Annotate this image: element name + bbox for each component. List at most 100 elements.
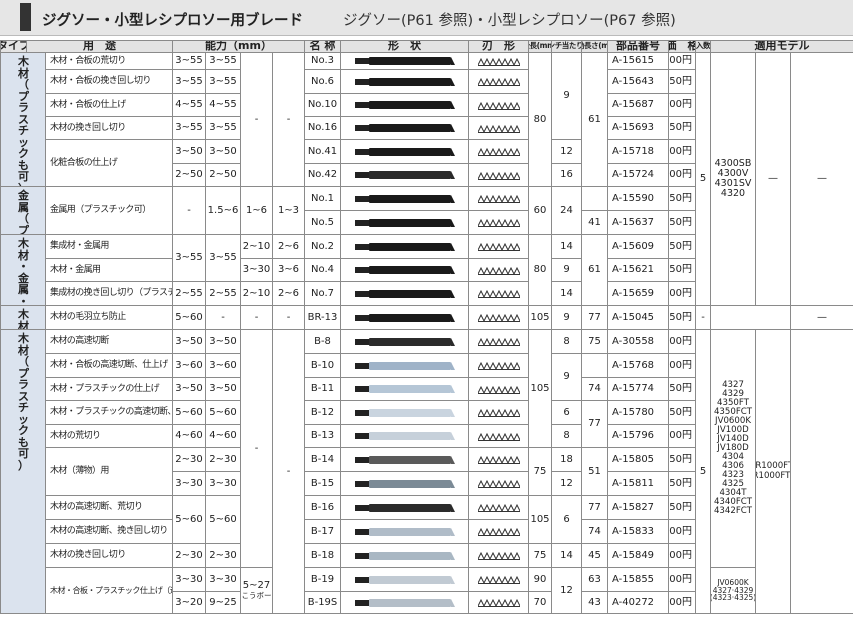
- price-cell: 1,000円: [668, 519, 696, 544]
- tooth-profile-icon: [477, 408, 520, 417]
- length-cell: 70: [528, 591, 552, 614]
- cap-wood-cell: 4~55: [172, 93, 206, 117]
- tooth-profile-icon: [477, 551, 520, 560]
- effective-length-cell: [581, 186, 608, 211]
- part-number-cell: A-15590: [607, 186, 669, 211]
- part-number-cell: A-15811: [607, 471, 669, 496]
- blade-name-cell: B-17: [304, 519, 341, 544]
- cap-plastic-cell: 3~50: [205, 139, 241, 164]
- quantity-cell: -: [695, 305, 711, 330]
- blade-shape-cell: [340, 139, 469, 164]
- cap-wood-cell: 5~60: [172, 400, 206, 425]
- category-label: 木材: [0, 305, 46, 330]
- tooth-profile-icon: [477, 57, 520, 66]
- blade-name-cell: No.41: [304, 139, 341, 164]
- tooth-profile-icon: [477, 77, 520, 86]
- cap-nonferrous-cell: 1~6: [240, 186, 273, 235]
- blade-image-icon: [354, 575, 455, 584]
- length-cell: 105: [528, 329, 552, 448]
- blade-name-cell: B-19: [304, 567, 341, 592]
- part-number-cell: A-15774: [607, 377, 669, 401]
- blade-shape-cell: [340, 424, 469, 448]
- part-number-cell: A-15609: [607, 234, 669, 259]
- cap-steel-cell: 3~6: [272, 258, 305, 282]
- price-cell: 600円: [668, 543, 696, 568]
- effective-length-cell: 61: [581, 52, 608, 187]
- cap-wood-cell: 3~55: [172, 52, 206, 70]
- price-cell: 1,500円: [668, 163, 696, 187]
- blade-shape-cell: [340, 471, 469, 496]
- tooth-shape-cell: [468, 543, 529, 568]
- tooth-shape-cell: [468, 210, 529, 235]
- model-name: JR1000FTK: [756, 470, 791, 481]
- page-subtitle: ジグソー(P61 参照)・小型レシプロソー(P67 参照): [343, 13, 676, 29]
- cap-wood-cell: 3~50: [172, 139, 206, 164]
- cap-plastic-cell: 3~30: [205, 567, 241, 592]
- blade-name-cell: BR-13: [304, 305, 341, 330]
- blade-image-icon: [354, 289, 455, 298]
- blade-shape-cell: [340, 305, 469, 330]
- cap-plastic-cell: 3~50: [205, 377, 241, 401]
- pitch-cell: 12: [551, 471, 582, 496]
- tooth-shape-cell: [468, 52, 529, 70]
- blade-image-icon: [354, 194, 455, 203]
- tooth-profile-icon: [477, 527, 520, 536]
- cap-nonferrous-cell: 2~10: [240, 234, 273, 259]
- blade-image-icon: [354, 57, 455, 65]
- blade-shape-cell: [340, 377, 469, 401]
- cap-wood-cell: 5~60: [172, 495, 206, 544]
- cap-plastic-cell: 3~60: [205, 353, 241, 378]
- blade-shape-cell: [340, 329, 469, 354]
- blade-shape-cell: [340, 52, 469, 70]
- model-name: 4320: [720, 187, 746, 199]
- tooth-shape-cell: [468, 591, 529, 614]
- length-cell: 60: [528, 186, 552, 235]
- blade-image-icon: [354, 408, 455, 417]
- pitch-cell: 12: [551, 139, 582, 164]
- quantity-cell: 5: [695, 52, 711, 306]
- blade-shape-cell: [340, 447, 469, 472]
- tooth-shape-cell: [468, 495, 529, 520]
- price-cell: 750円: [668, 495, 696, 520]
- category-label: 木材（プラスチックも可）: [0, 329, 46, 614]
- cap-steel-cell: -: [272, 52, 305, 187]
- cap-plastic-cell: 2~55: [205, 281, 241, 306]
- length-cell: 75: [528, 543, 552, 568]
- price-cell: 950円: [668, 400, 696, 425]
- blade-name-cell: No.5: [304, 210, 341, 235]
- cap-steel-cell: 1~3: [272, 186, 305, 235]
- usage-cell: 木材の高速切断: [45, 329, 173, 354]
- cap-wood-cell: -: [172, 186, 206, 235]
- price-cell: 950円: [668, 210, 696, 235]
- part-number-cell: A-40272: [607, 591, 669, 614]
- cap-steel-cell: -: [272, 329, 305, 614]
- blade-shape-cell: [340, 495, 469, 520]
- blade-image-icon: [354, 77, 455, 86]
- tooth-profile-icon: [477, 171, 520, 180]
- cap-wood-cell: 2~55: [172, 281, 206, 306]
- pitch-cell: 14: [551, 281, 582, 306]
- cap-plastic-cell: 3~50: [205, 329, 241, 354]
- blade-image-icon: [354, 337, 455, 346]
- price-cell: 600円: [668, 424, 696, 448]
- pitch-cell: 14: [551, 543, 582, 568]
- pitch-cell: 24: [551, 186, 582, 235]
- tooth-profile-icon: [477, 337, 520, 346]
- pitch-cell: 9: [551, 305, 582, 330]
- blade-name-cell: No.6: [304, 69, 341, 94]
- tooth-profile-icon: [477, 503, 520, 512]
- blade-name-cell: B-18: [304, 543, 341, 568]
- cap-plastic-cell: 9~25: [205, 591, 241, 614]
- part-number-cell: A-15687: [607, 93, 669, 117]
- price-cell: 550円: [668, 447, 696, 472]
- cap-wood-cell: 3~30: [172, 567, 206, 592]
- page-title: ジグソー・小型レシプロソー用ブレード: [42, 13, 303, 29]
- category-label: 木材・金属・プラスチック: [0, 234, 46, 306]
- cap-plastic-cell: 2~30: [205, 447, 241, 472]
- price-cell: 650円: [668, 69, 696, 94]
- cap-plastic-cell: 5~60: [205, 400, 241, 425]
- effective-length-cell: 43: [581, 591, 608, 614]
- effective-length-cell: 45: [581, 543, 608, 568]
- part-number-cell: A-15827: [607, 495, 669, 520]
- model-name: 4342FCT: [713, 506, 753, 517]
